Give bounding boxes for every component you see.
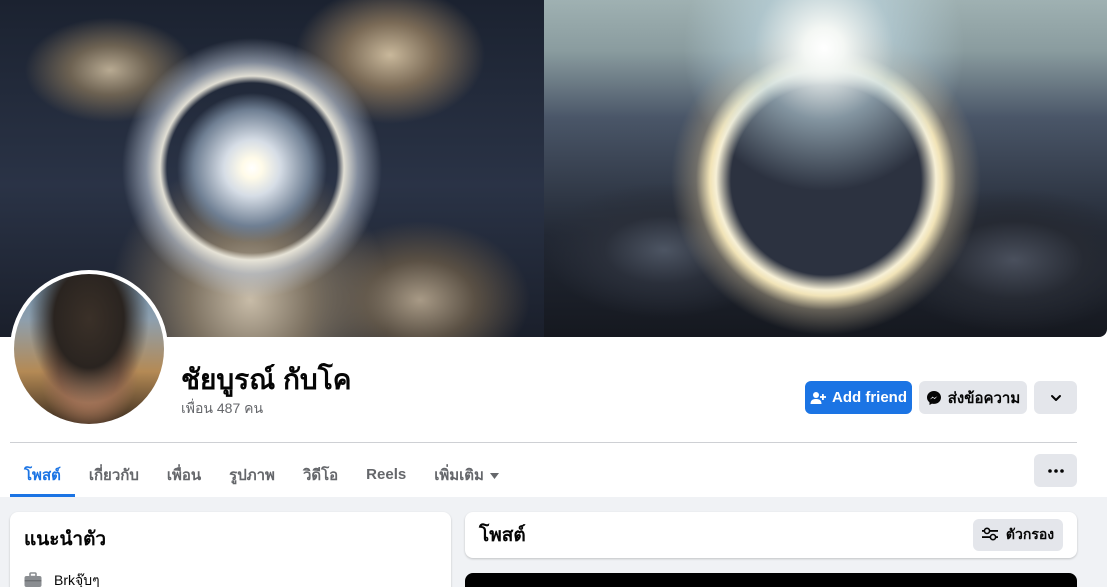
- intro-title: แนะนำตัว: [24, 529, 107, 550]
- add-friend-button[interactable]: Add friend: [805, 381, 912, 414]
- profile-header: ชัยบูรณ์ กับโค เพื่อน 487 คน Add friend …: [0, 0, 1107, 497]
- tab-label: รูปภาพ: [229, 466, 275, 484]
- filter-button[interactable]: ตัวกรอง: [973, 519, 1063, 551]
- tab-label: Reels: [366, 466, 407, 483]
- profile-avatar[interactable]: [10, 270, 168, 428]
- caret-down-icon: [489, 466, 499, 483]
- posts-title: โพสต์: [479, 525, 526, 546]
- cover-photo-right: [544, 0, 1107, 337]
- post-preview[interactable]: [465, 573, 1077, 587]
- tab-label: โพสต์: [24, 466, 61, 484]
- messenger-icon: [926, 390, 942, 406]
- tab-label: เกี่ยวกับ: [88, 466, 139, 484]
- posts-header-card: โพสต์ ตัวกรอง: [465, 512, 1077, 558]
- tab-videos[interactable]: วิดีโอ: [289, 452, 352, 497]
- briefcase-icon: [24, 571, 42, 587]
- profile-tabs: โพสต์ เกี่ยวกับ เพื่อน รูปภาพ วิดีโอ Ree…: [10, 452, 513, 497]
- header-divider: [10, 442, 1077, 443]
- avatar-image: [14, 274, 164, 424]
- tab-label: วิดีโอ: [302, 466, 339, 484]
- tab-about[interactable]: เกี่ยวกับ: [75, 452, 153, 497]
- intro-work-text[interactable]: Brkจุ๊บๆ: [54, 570, 100, 587]
- intro-card: แนะนำตัว Brkจุ๊บๆ: [10, 512, 451, 587]
- message-button[interactable]: ส่งข้อความ: [919, 381, 1027, 414]
- more-horizontal-icon: [1047, 468, 1064, 473]
- tab-label: เพื่อน: [166, 466, 202, 484]
- tab-photos[interactable]: รูปภาพ: [215, 452, 289, 497]
- person-plus-icon: [810, 390, 826, 406]
- chevron-down-icon: [1049, 391, 1063, 405]
- filter-label: ตัวกรอง: [1005, 526, 1055, 542]
- more-options-button[interactable]: [1034, 454, 1077, 487]
- tab-posts[interactable]: โพสต์: [10, 452, 75, 497]
- friends-count[interactable]: เพื่อน 487 คน: [181, 398, 263, 420]
- message-label: ส่งข้อความ: [947, 389, 1021, 407]
- intro-work-row: Brkจุ๊บๆ: [24, 570, 437, 587]
- tab-reels[interactable]: Reels: [352, 452, 420, 497]
- add-friend-label: Add friend: [832, 389, 907, 406]
- profile-name: ชัยบูรณ์ กับโค: [181, 364, 352, 395]
- profile-dropdown-button[interactable]: [1034, 381, 1077, 414]
- tab-label: เพิ่มเติม: [434, 466, 484, 484]
- cover-photo[interactable]: [0, 0, 1107, 337]
- sliders-icon: [981, 527, 998, 544]
- tab-more[interactable]: เพิ่มเติม: [420, 452, 513, 497]
- tab-friends[interactable]: เพื่อน: [153, 452, 215, 497]
